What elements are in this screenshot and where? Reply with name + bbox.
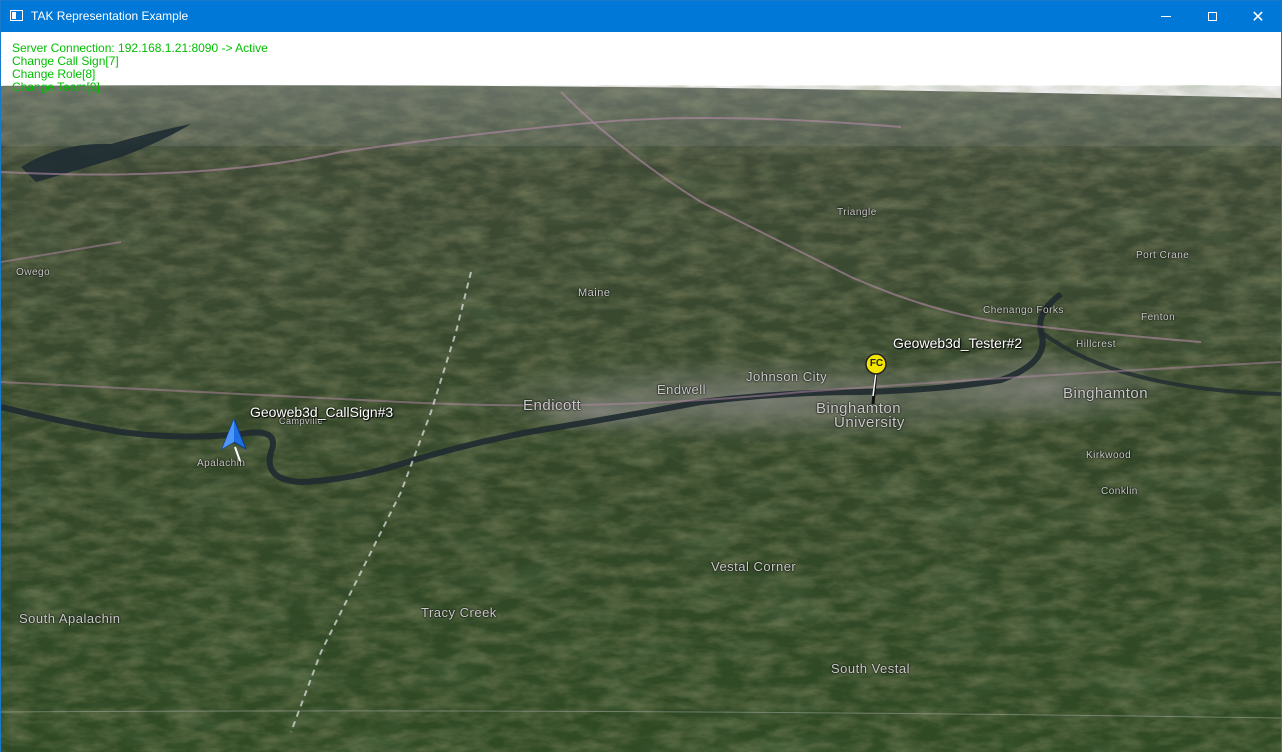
map-label-tracy-creek: Tracy Creek [421, 605, 497, 620]
minimize-button[interactable] [1143, 1, 1189, 32]
map-viewport[interactable]: Endicott Endwell Johnson City Binghamton… [1, 32, 1281, 752]
blue-navigation-arrow-icon [220, 417, 248, 462]
map-label-owego: Owego [16, 267, 51, 278]
title-bar[interactable]: TAK Representation Example ✕ [1, 1, 1281, 32]
map-label-south-vestal: South Vestal [831, 661, 910, 676]
app-window: TAK Representation Example ✕ Server Conn… [0, 0, 1282, 752]
map-label-south-apalachin: South Apalachin [19, 611, 121, 626]
map-label-binghamton: Binghamton [1063, 385, 1149, 402]
fc-badge: FC [869, 358, 884, 369]
map-label-hillcrest: Hillcrest [1076, 339, 1117, 350]
map-label-binghamton-university-2: University [834, 414, 905, 431]
window-title: TAK Representation Example [31, 9, 189, 23]
map-label-johnson-city: Johnson City [746, 369, 828, 384]
map-label-conklin: Conklin [1101, 486, 1138, 497]
hud-overlay: Server Connection: 192.168.1.21:8090 -> … [12, 42, 268, 94]
app-window-icon [10, 10, 23, 21]
change-team-hint: Change Team[9] [12, 80, 100, 94]
map-label-fenton: Fenton [1141, 312, 1176, 323]
maximize-icon [1207, 12, 1217, 21]
map-label-endwell: Endwell [657, 382, 707, 397]
close-button[interactable]: ✕ [1235, 1, 1281, 32]
close-icon: ✕ [1251, 8, 1265, 26]
map-label-port-crane: Port Crane [1136, 250, 1190, 261]
minimize-icon [1161, 16, 1171, 17]
callsign-marker-label: Geoweb3d_CallSign#3 [250, 404, 394, 420]
map-label-kirkwood: Kirkwood [1086, 450, 1132, 461]
tester-marker[interactable]: FC [863, 352, 891, 408]
map-label-endicott: Endicott [523, 397, 582, 414]
callsign-marker[interactable] [220, 417, 251, 469]
map-label-triangle: Triangle [837, 207, 877, 218]
tester-marker-label: Geoweb3d_Tester#2 [893, 335, 1023, 351]
map-label-vestal-corner: Vestal Corner [711, 559, 797, 574]
maximize-button[interactable] [1189, 1, 1235, 32]
map-label-chenango-forks: Chenango Forks [983, 305, 1064, 316]
map-label-maine: Maine [578, 287, 611, 299]
